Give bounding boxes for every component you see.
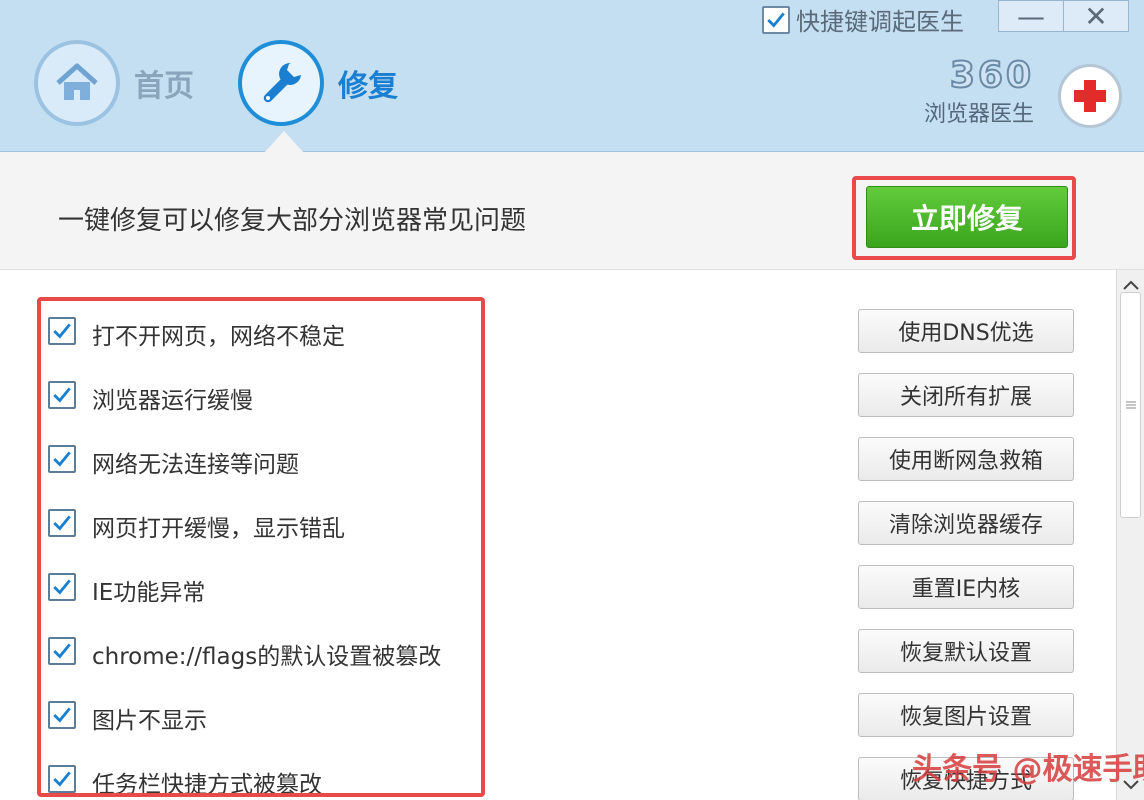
item-action-button[interactable]: 使用DNS优选 (858, 309, 1074, 353)
home-icon (34, 40, 120, 126)
item-action-button[interactable]: 清除浏览器缓存 (858, 501, 1074, 545)
minimize-icon: — (1017, 0, 1045, 33)
list-highlight (37, 297, 485, 797)
item-action-button[interactable]: 关闭所有扩展 (858, 373, 1074, 417)
minimize-button[interactable]: — (998, 0, 1064, 33)
grip-icon (1125, 401, 1136, 409)
app-header: 快捷键调起医生 — ✕ 首页 修复 360 浏览器医生 (0, 0, 1144, 152)
hotkey-checkbox[interactable] (762, 5, 790, 34)
brand-name: 浏览器医生 (924, 102, 1035, 127)
hotkey-option[interactable]: 快捷键调起医生 (762, 2, 964, 37)
brand-number: 360 (949, 55, 1035, 96)
scroll-thumb[interactable] (1120, 292, 1141, 518)
nav-repair-label: 修复 (338, 69, 398, 104)
nav-repair[interactable]: 修复 (238, 40, 398, 126)
wrench-icon (238, 40, 324, 126)
hotkey-checkbox-label: 快捷键调起医生 (796, 8, 964, 36)
window-controls: — ✕ (998, 0, 1129, 33)
fix-now-button[interactable]: 立即修复 (866, 186, 1068, 248)
brand: 360 浏览器医生 (924, 55, 1035, 128)
close-icon: ✕ (1084, 0, 1108, 33)
item-action-button[interactable]: 恢复图片设置 (858, 693, 1074, 737)
close-button[interactable]: ✕ (1063, 0, 1129, 33)
item-action-button[interactable]: 恢复默认设置 (858, 629, 1074, 673)
repair-banner: 一键修复可以修复大部分浏览器常见问题 立即修复 (0, 152, 1144, 270)
list-scrollbar[interactable] (1116, 270, 1144, 800)
watermark: 头条号 @极速手助 (912, 752, 1144, 787)
active-tab-pointer (264, 131, 304, 153)
banner-description: 一键修复可以修复大部分浏览器常见问题 (58, 206, 527, 236)
check-icon (767, 11, 785, 28)
medical-cross-logo-icon (1058, 64, 1122, 128)
nav-home[interactable]: 首页 (34, 40, 194, 126)
item-action-button[interactable]: 使用断网急救箱 (858, 437, 1074, 481)
item-action-button[interactable]: 重置IE内核 (858, 565, 1074, 609)
nav-home-label: 首页 (134, 69, 194, 104)
